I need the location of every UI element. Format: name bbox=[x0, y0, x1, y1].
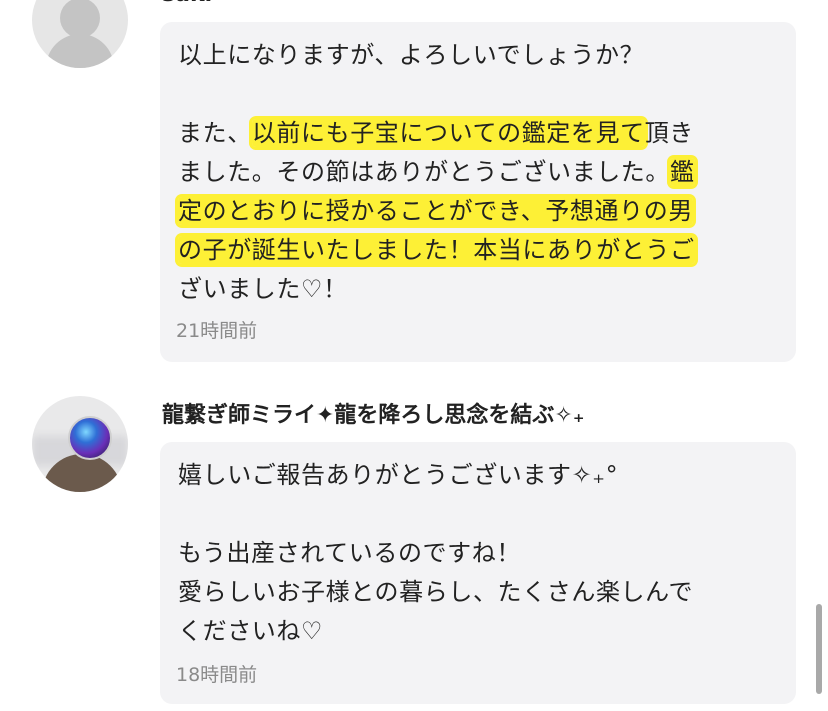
comment-line: 愛らしいお子様との暮らし、たくさん楽しんで bbox=[178, 573, 778, 612]
avatar-orb bbox=[68, 416, 112, 460]
comment-body: 嬉しいご報告ありがとうございます✧₊° もう出産されているのですね！ 愛らしいお子様… bbox=[178, 456, 778, 651]
comment-line: 定のとおりに授かることができ、予想通りの男 bbox=[178, 192, 778, 231]
default-user-icon[interactable] bbox=[32, 0, 128, 68]
comment-line: 以上になりますが、よろしいでしょうか？ bbox=[178, 36, 778, 75]
comment-bubble: 嬉しいご報告ありがとうございます✧₊° もう出産されているのですね！ 愛らしいお子様… bbox=[160, 442, 796, 704]
avatar-head-shape bbox=[60, 0, 100, 38]
comment-text: また、 bbox=[178, 119, 252, 147]
comment-text: ました。その節はありがとうございました。 bbox=[178, 158, 670, 186]
comment-line bbox=[178, 75, 778, 114]
comment-username[interactable]: 龍繋ぎ師ミライ✦龍を降ろし思念を結ぶ✧₊ bbox=[162, 402, 584, 430]
comment-text: 愛らしいお子様との暮らし、たくさん楽しんで bbox=[178, 578, 694, 606]
comment-text: 嬉しいご報告ありがとうございます✧₊° bbox=[178, 461, 619, 489]
comment-line: 嬉しいご報告ありがとうございます✧₊° bbox=[178, 456, 778, 495]
crystal-orb-avatar[interactable] bbox=[32, 396, 128, 492]
comment-line bbox=[178, 495, 778, 534]
comment-bubble: 以上になりますが、よろしいでしょうか？ また、以前にも子宝についての鑑定を見て頂き… bbox=[160, 22, 796, 362]
highlighted-text: 定のとおりに授かることができ、予想通りの男 bbox=[178, 197, 693, 225]
comment-line: また、以前にも子宝についての鑑定を見て頂き bbox=[178, 114, 778, 153]
avatar-body-shape bbox=[46, 34, 114, 68]
highlighted-text: 以前にも子宝についての鑑定を見て bbox=[251, 119, 645, 147]
comment-text: くださいね♡ bbox=[178, 617, 324, 645]
comment-line: ました。その節はありがとうございました。鑑 bbox=[178, 153, 778, 192]
comment-timestamp: 18時間前 bbox=[176, 664, 258, 686]
comment-username[interactable]: saki bbox=[162, 0, 212, 8]
comment-text: ざいました♡！ bbox=[178, 275, 348, 303]
comment-line: の子が誕生いたしました！本当にありがとうご bbox=[178, 231, 778, 270]
comment-line: ざいました♡！ bbox=[178, 270, 778, 309]
comment-text: もう出産されているのですね！ bbox=[178, 539, 521, 567]
comment-thread: saki 以上になりますが、よろしいでしょうか？ また、以前にも子宝についての鑑定… bbox=[0, 0, 828, 711]
highlighted-text: の子が誕生いたしました！本当にありがとうご bbox=[178, 236, 695, 264]
comment-text: 以上になりますが、よろしいでしょうか？ bbox=[178, 41, 645, 69]
comment-line: くださいね♡ bbox=[178, 612, 778, 651]
comment-text: 頂き bbox=[644, 119, 694, 147]
comment-line: もう出産されているのですね！ bbox=[178, 534, 778, 573]
comment-body: 以上になりますが、よろしいでしょうか？ また、以前にも子宝についての鑑定を見て頂き… bbox=[178, 36, 778, 309]
highlighted-text: 鑑 bbox=[670, 158, 695, 186]
scrollbar[interactable] bbox=[816, 604, 822, 694]
comment-timestamp: 21時間前 bbox=[176, 320, 258, 342]
